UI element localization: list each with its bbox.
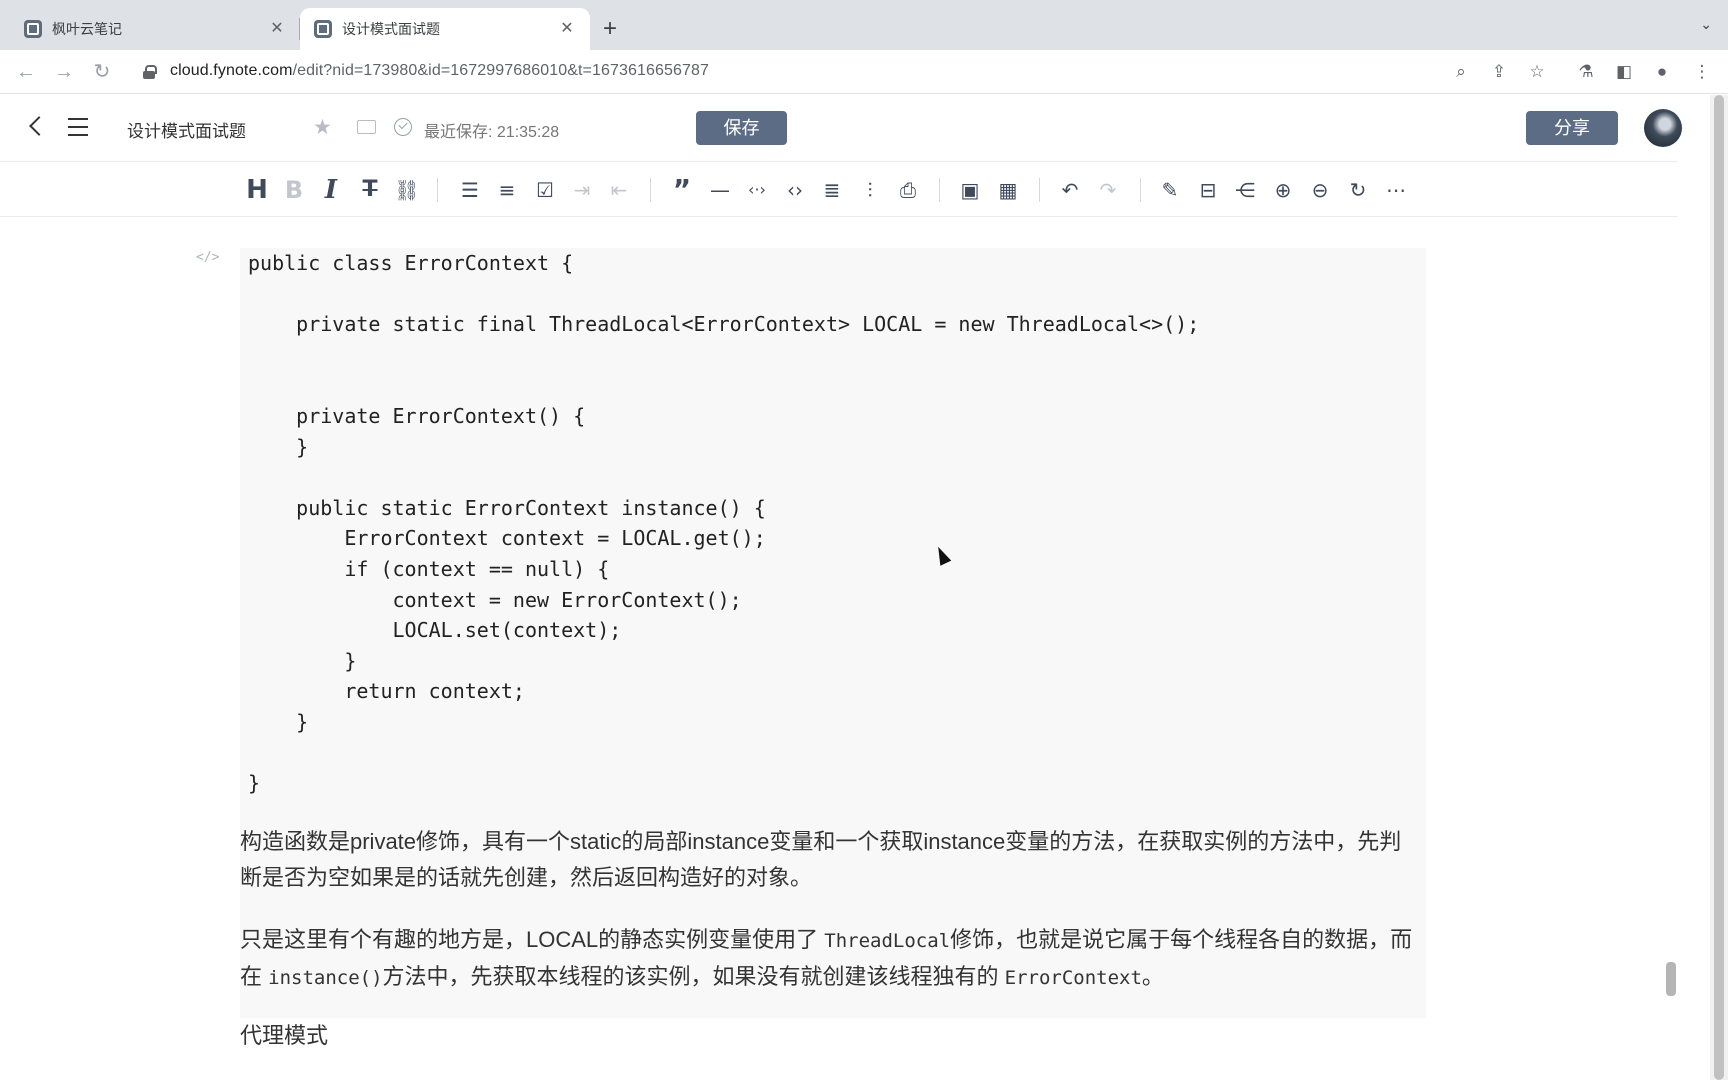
inline-code: ErrorContext: [1004, 967, 1142, 989]
toolbar-divider: [1039, 178, 1040, 202]
bookmark-star-icon[interactable]: ☆: [1525, 60, 1549, 84]
more-icon[interactable]: ⋯: [1382, 176, 1410, 204]
code-text: public class ErrorContext { private stat…: [248, 251, 1200, 796]
link-icon[interactable]: ⛓: [393, 176, 421, 204]
browser-tab-fynote[interactable]: 枫叶云笔记 ✕: [10, 8, 300, 50]
edit-icon[interactable]: ✎: [1156, 176, 1184, 204]
italic-icon[interactable]: I: [317, 176, 345, 204]
table-of-contents-icon[interactable]: ≣: [818, 176, 846, 204]
save-status: 最近保存: 21:35:28: [424, 124, 560, 141]
horizontal-rule-icon[interactable]: —: [706, 176, 734, 204]
strikethrough-icon[interactable]: T: [356, 176, 384, 204]
reload-icon[interactable]: ↻: [90, 60, 114, 84]
editor-toolbar: H B I T ⛓ ☰ ≡ ☑ ⇥ ⇤ ” — ‹·› ‹› ≣ ⫶ ⎙ ▣ ▦…: [0, 161, 1678, 217]
page-scrollbar-thumb[interactable]: [1714, 95, 1724, 1080]
code-block[interactable]: public class ErrorContext { private stat…: [240, 248, 1426, 1018]
indent-icon[interactable]: ⇥: [568, 176, 596, 204]
paragraph-text: 只是这里有个有趣的地方是，LOCAL的静态实例变量使用了: [240, 927, 825, 952]
saved-check-icon: [394, 118, 412, 136]
folder-icon[interactable]: [357, 120, 376, 134]
zoom-icon[interactable]: ⌕: [1449, 60, 1473, 84]
url-host: cloud.fynote.com: [170, 62, 293, 79]
new-tab-button[interactable]: +: [596, 16, 624, 44]
toolbar-divider: [650, 178, 651, 202]
toolbar-divider: [1140, 178, 1141, 202]
extension-flask-icon[interactable]: ⚗: [1574, 60, 1598, 84]
toolbar-divider: [437, 178, 438, 202]
inline-code-icon[interactable]: ‹·›: [743, 176, 771, 204]
bold-icon[interactable]: B: [280, 176, 308, 204]
paragraph-text: 。: [1141, 964, 1164, 989]
paragraph: 构造函数是private修饰，具有一个static的局部instance变量和一…: [240, 829, 1402, 890]
fynote-favicon-icon: [314, 20, 332, 38]
browser-menu-icon[interactable]: ⋮: [1690, 60, 1714, 84]
code-block-icon[interactable]: ‹›: [781, 176, 809, 204]
page-scrollbar[interactable]: [1710, 95, 1728, 1080]
inline-code: instance(): [268, 967, 383, 989]
refresh-icon[interactable]: ↻: [1344, 176, 1372, 204]
close-icon[interactable]: ✕: [558, 20, 576, 38]
menu-icon[interactable]: [68, 118, 88, 136]
outdent-icon[interactable]: ⇤: [605, 176, 633, 204]
editor-scrollbar-thumb[interactable]: [1666, 962, 1676, 996]
fynote-favicon-icon: [24, 20, 42, 38]
save-button[interactable]: 保存: [696, 111, 787, 145]
print-icon[interactable]: ⎙: [894, 176, 922, 204]
side-panel-icon[interactable]: ◧: [1612, 60, 1636, 84]
heading-icon[interactable]: H: [243, 176, 271, 204]
toolbar-divider: [939, 178, 940, 202]
lock-icon[interactable]: [143, 65, 157, 79]
address-bar: ← → ↻ cloud.fynote.com/edit?nid=173980&i…: [0, 50, 1728, 94]
editor-content[interactable]: </> public class ErrorContext { private …: [0, 218, 1678, 1080]
close-icon[interactable]: ✕: [268, 20, 286, 38]
undo-icon[interactable]: ↶: [1056, 176, 1084, 204]
url-path: /edit?nid=173980&id=1672997686010&t=1673…: [292, 62, 709, 79]
mindmap-icon[interactable]: ⋲: [1231, 176, 1259, 204]
bullet-list-icon[interactable]: ☰: [456, 176, 484, 204]
forward-arrow-icon[interactable]: →: [52, 60, 76, 84]
document-title[interactable]: 设计模式面试题: [127, 117, 246, 142]
share-button[interactable]: 分享: [1526, 111, 1618, 145]
browser-tab-bar: 枫叶云笔记 ✕ 设计模式面试题 ✕ + ⌄: [0, 0, 1728, 50]
back-arrow-icon[interactable]: ←: [14, 60, 38, 84]
numbered-list-icon[interactable]: ≡: [493, 176, 521, 204]
share-page-icon[interactable]: ⇪: [1487, 60, 1511, 84]
code-block-marker-icon: </>: [196, 250, 220, 265]
text-align-icon[interactable]: ⫶: [856, 176, 884, 204]
avatar[interactable]: [1644, 109, 1682, 147]
url-field[interactable]: cloud.fynote.com/edit?nid=173980&id=1672…: [170, 62, 709, 80]
tab-title: 枫叶云笔记: [52, 21, 122, 37]
paragraph-text: 方法中，先获取本线程的该实例，如果没有就创建该线程独有的: [382, 964, 1005, 989]
section-heading: 代理模式: [240, 1023, 329, 1048]
outline-icon[interactable]: ⊟: [1194, 176, 1222, 204]
zoom-out-icon[interactable]: ⊖: [1306, 176, 1334, 204]
browser-tab-design-patterns[interactable]: 设计模式面试题 ✕: [300, 8, 590, 50]
back-icon[interactable]: [24, 115, 48, 139]
table-icon[interactable]: ▦: [994, 176, 1022, 204]
quote-icon[interactable]: ”: [668, 176, 696, 204]
paragraph: 只是这里有个有趣的地方是，LOCAL的静态实例变量使用了 ThreadLocal…: [240, 922, 1420, 996]
tab-search-chevron-icon[interactable]: ⌄: [1700, 16, 1712, 33]
image-icon[interactable]: ▣: [956, 176, 984, 204]
editor-header: 设计模式面试题 ★ 最近保存: 21:35:28 保存 分享: [0, 95, 1710, 161]
inline-code: ThreadLocal: [824, 930, 951, 952]
checklist-icon[interactable]: ☑: [531, 176, 559, 204]
profile-icon[interactable]: ●: [1650, 60, 1674, 84]
zoom-in-icon[interactable]: ⊕: [1269, 176, 1297, 204]
tab-title: 设计模式面试题: [342, 21, 440, 37]
redo-icon[interactable]: ↷: [1094, 176, 1122, 204]
favorite-star-icon[interactable]: ★: [313, 115, 332, 140]
